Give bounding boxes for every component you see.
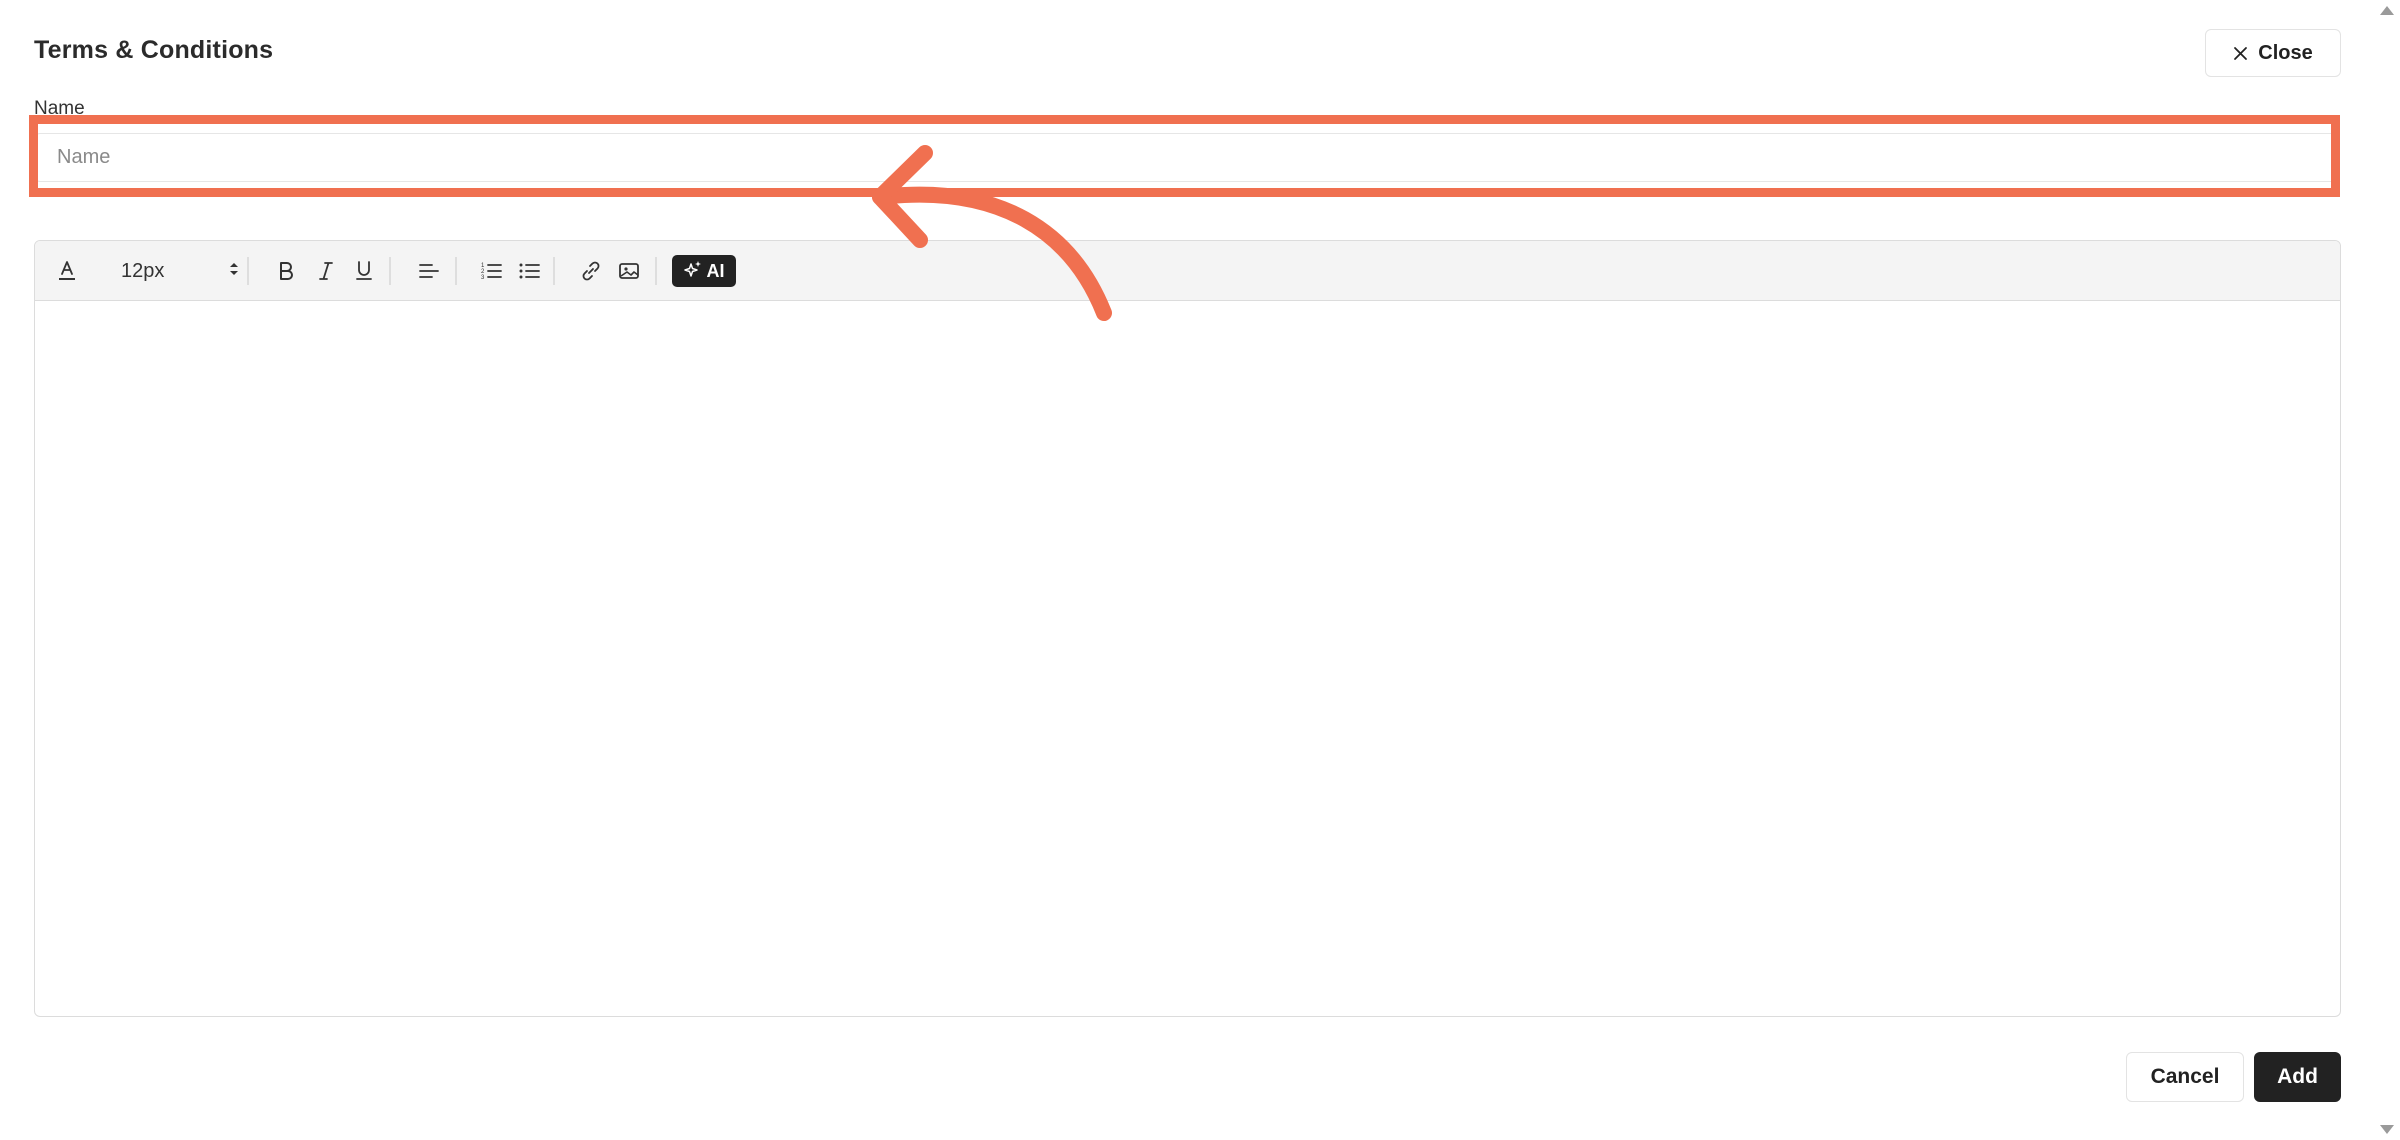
- rich-text-editor: 12px 1 2 3 AI: [34, 240, 2341, 1017]
- close-icon: [2233, 46, 2248, 61]
- name-input[interactable]: [35, 134, 2339, 181]
- cancel-button[interactable]: Cancel: [2126, 1052, 2244, 1102]
- font-size-value: 12px: [121, 259, 165, 282]
- toolbar-divider: [247, 257, 249, 285]
- svg-text:3: 3: [481, 275, 485, 281]
- toolbar-divider: [389, 257, 391, 285]
- add-button[interactable]: Add: [2254, 1052, 2341, 1102]
- image-icon[interactable]: [613, 255, 645, 287]
- name-field-container: [34, 133, 2340, 182]
- toolbar-divider: [455, 257, 457, 285]
- bold-icon[interactable]: [271, 255, 301, 287]
- sparkle-icon: [683, 260, 702, 283]
- italic-icon[interactable]: [311, 255, 341, 287]
- font-size-select[interactable]: 12px: [119, 255, 239, 287]
- name-label: Name: [34, 98, 85, 119]
- align-left-icon[interactable]: [413, 255, 445, 287]
- toolbar-divider: [655, 257, 657, 285]
- link-icon[interactable]: [575, 255, 607, 287]
- terms-dialog: Terms & Conditions Close Name 12px: [0, 0, 2400, 1140]
- ai-button-label: AI: [706, 260, 725, 281]
- ai-button[interactable]: AI: [672, 255, 736, 287]
- scroll-down-arrow[interactable]: [2380, 1125, 2394, 1134]
- dialog-title: Terms & Conditions: [34, 36, 274, 64]
- underline-icon[interactable]: [349, 255, 379, 287]
- select-arrows-icon: [229, 260, 239, 283]
- text-color-icon[interactable]: [51, 255, 83, 287]
- toolbar-divider: [553, 257, 555, 285]
- editor-content-area[interactable]: [35, 301, 2340, 1016]
- editor-toolbar: 12px 1 2 3 AI: [35, 241, 2340, 301]
- close-button-label: Close: [2258, 41, 2313, 64]
- numbered-list-icon[interactable]: 1 2 3: [475, 255, 507, 287]
- bullet-list-icon[interactable]: [513, 255, 545, 287]
- scroll-up-arrow[interactable]: [2380, 6, 2394, 15]
- close-button[interactable]: Close: [2205, 29, 2341, 77]
